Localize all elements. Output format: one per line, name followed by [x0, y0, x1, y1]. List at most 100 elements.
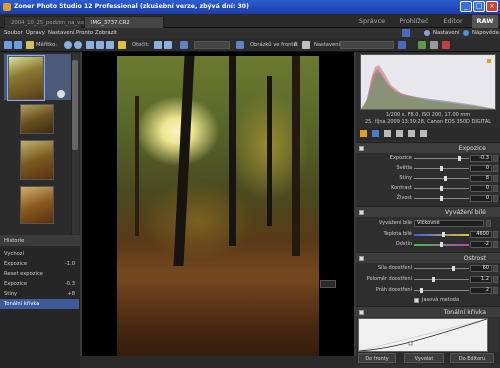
- spinner[interactable]: [493, 185, 498, 192]
- exposure-value[interactable]: -0.3: [470, 155, 492, 162]
- slider-knob[interactable]: [440, 242, 443, 247]
- thumbnail-3[interactable]: [20, 140, 54, 180]
- spinner[interactable]: [493, 175, 498, 182]
- spinner[interactable]: [493, 195, 498, 202]
- thumbnail-4[interactable]: [20, 186, 54, 224]
- slider-knob[interactable]: [452, 266, 455, 271]
- tab-editor[interactable]: Editor: [436, 15, 470, 28]
- tone-curve-checkbox[interactable]: [359, 310, 364, 315]
- sharpness-checkbox[interactable]: [359, 256, 364, 261]
- actual-size-icon[interactable]: [96, 41, 104, 49]
- redo-icon[interactable]: [14, 41, 22, 49]
- rotate-left-icon[interactable]: [154, 41, 162, 49]
- tab-folder[interactable]: 2004_10_25_podzim_na_vsrsi: [4, 16, 90, 28]
- spinner[interactable]: [493, 165, 498, 172]
- settings-select[interactable]: [340, 41, 394, 49]
- tab-image[interactable]: IMG_3737.CR2: [84, 16, 164, 28]
- help-link[interactable]: Nápověda: [472, 28, 499, 38]
- menu-edit[interactable]: Úpravy: [26, 28, 45, 38]
- tone-curve-graph[interactable]: [358, 318, 488, 352]
- straighten-icon[interactable]: [236, 41, 244, 49]
- undo-icon[interactable]: [4, 41, 12, 49]
- sharpen-radius-value[interactable]: 1.2: [470, 276, 492, 283]
- slider-knob[interactable]: [420, 288, 423, 293]
- spinner[interactable]: [493, 241, 498, 248]
- eyedropper-icon[interactable]: [486, 220, 491, 227]
- exposure-checkbox[interactable]: [359, 146, 364, 151]
- reset-icon[interactable]: [442, 41, 450, 49]
- fullscreen-icon[interactable]: [106, 41, 114, 49]
- zoom-out-icon[interactable]: [74, 41, 82, 49]
- exposure-header[interactable]: Expozice: [356, 142, 500, 153]
- slider-knob[interactable]: [440, 186, 443, 191]
- settings-link[interactable]: Nastavení: [433, 28, 460, 38]
- wb-mode-select[interactable]: Vlčkovné: [414, 220, 484, 227]
- compare-icon[interactable]: [430, 41, 438, 49]
- batch-icon[interactable]: [302, 41, 310, 49]
- slider-knob[interactable]: [432, 277, 435, 282]
- luma-method-checkbox[interactable]: [414, 298, 419, 303]
- contrast-value[interactable]: 0: [470, 185, 492, 192]
- close-button[interactable]: ×: [486, 1, 498, 12]
- palette-icon[interactable]: [360, 130, 367, 137]
- sharpness-header[interactable]: Ostrost: [356, 252, 500, 263]
- spinner[interactable]: [493, 231, 498, 238]
- zoom-box[interactable]: [320, 280, 336, 288]
- curve-scrollbar[interactable]: [489, 318, 497, 352]
- temperature-value[interactable]: 4600: [470, 231, 492, 238]
- tab-raw[interactable]: RAW: [472, 15, 498, 28]
- slider-knob[interactable]: [442, 232, 445, 237]
- vibrance-value[interactable]: 0: [470, 195, 492, 202]
- zoom-in-icon[interactable]: [64, 41, 72, 49]
- history-item[interactable]: Expozice -1.0: [0, 259, 79, 269]
- view-icon[interactable]: [402, 29, 410, 37]
- develop-button[interactable]: Vyvolat: [404, 353, 444, 363]
- crop-field[interactable]: [194, 41, 230, 49]
- menu-pronto[interactable]: Pronto: [76, 28, 93, 38]
- slider-knob[interactable]: [440, 166, 443, 171]
- tint-value[interactable]: -2: [470, 241, 492, 248]
- clone-icon[interactable]: [408, 130, 415, 137]
- apply-icon[interactable]: [418, 41, 426, 49]
- white-balance-header[interactable]: Vyvážení bílé: [356, 206, 500, 217]
- slider-knob[interactable]: [444, 176, 447, 181]
- spinner[interactable]: [493, 265, 498, 272]
- sharpen-amount-value[interactable]: 60: [470, 265, 492, 272]
- crop-icon[interactable]: [180, 41, 188, 49]
- queue-button[interactable]: Do fronty: [358, 353, 396, 363]
- history-item[interactable]: Vychozí: [0, 249, 79, 259]
- maximize-button[interactable]: □: [473, 1, 485, 12]
- minimize-button[interactable]: _: [460, 1, 472, 12]
- spinner[interactable]: [493, 276, 498, 283]
- crop-tool-icon[interactable]: [384, 130, 391, 137]
- slider-knob[interactable]: [440, 196, 443, 201]
- rotate-right-icon[interactable]: [164, 41, 172, 49]
- history-item[interactable]: Reset expozice: [0, 269, 79, 279]
- shadows-value[interactable]: 8: [470, 175, 492, 182]
- level-icon[interactable]: [396, 130, 403, 137]
- tab-manager[interactable]: Správce: [352, 15, 392, 28]
- refresh-icon[interactable]: [372, 130, 379, 137]
- menu-settings[interactable]: Nastavení: [48, 28, 75, 38]
- scrollbar-thumb[interactable]: [72, 60, 78, 150]
- menu-view[interactable]: Zobrazit: [95, 28, 117, 38]
- menu-file[interactable]: Soubor: [4, 28, 23, 38]
- tone-curve-header[interactable]: Tonální křivka: [356, 306, 500, 317]
- history-item[interactable]: Stíny +8: [0, 289, 79, 299]
- thumbnail-1[interactable]: [7, 55, 45, 101]
- history-item-selected[interactable]: Tonální křivka: [0, 299, 79, 309]
- to-editor-button[interactable]: Do Editoru: [450, 353, 494, 363]
- spinner[interactable]: [493, 155, 498, 162]
- history-item[interactable]: Expozice -0.3: [0, 279, 79, 289]
- thumbnail-2[interactable]: [20, 104, 54, 134]
- white-balance-checkbox[interactable]: [359, 210, 364, 215]
- save-icon[interactable]: [118, 41, 126, 49]
- grid-icon[interactable]: [26, 41, 34, 49]
- preset-icon[interactable]: [398, 41, 406, 49]
- brush-icon[interactable]: [420, 130, 427, 137]
- spinner[interactable]: [493, 287, 498, 294]
- tab-viewer[interactable]: Prohlížeč: [394, 15, 434, 28]
- fit-icon[interactable]: [86, 41, 94, 49]
- sharpen-threshold-value[interactable]: 2: [470, 287, 492, 294]
- slider-knob[interactable]: [458, 156, 461, 161]
